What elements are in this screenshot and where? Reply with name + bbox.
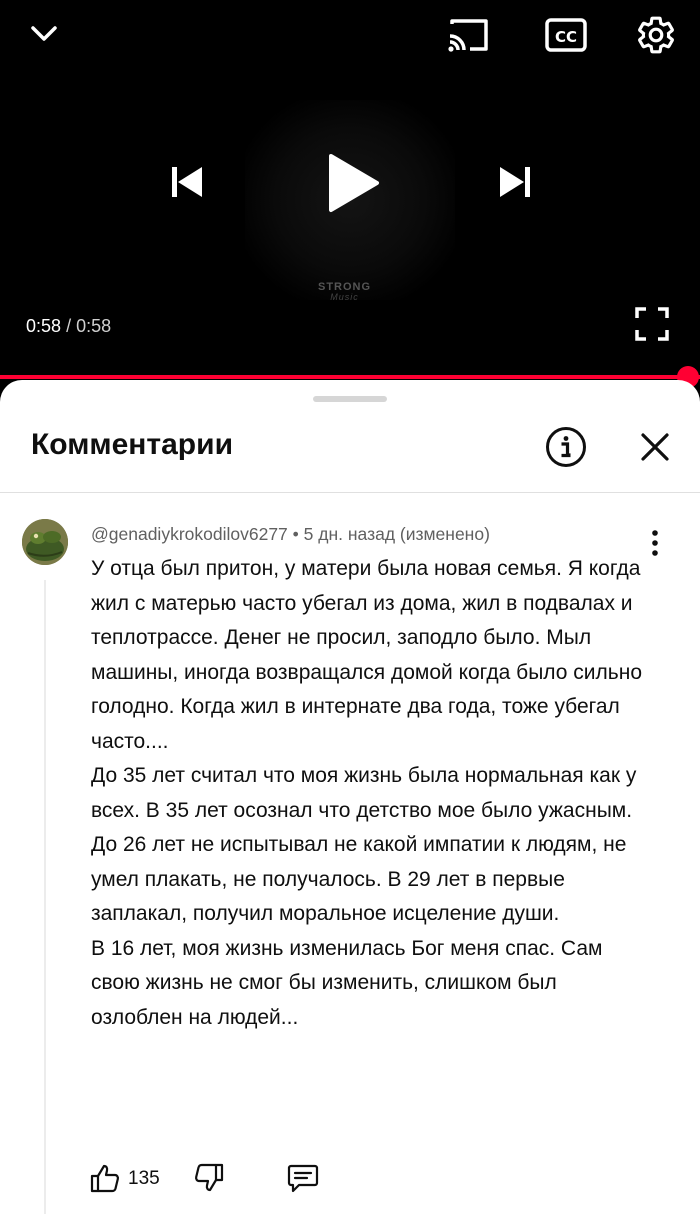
info-icon bbox=[546, 427, 586, 467]
skip-previous-icon bbox=[172, 167, 202, 197]
settings-button[interactable] bbox=[630, 10, 682, 60]
fullscreen-button[interactable] bbox=[628, 300, 676, 348]
comment-meta: @genadiykrokodilov6277 • 5 дн. назад (из… bbox=[91, 524, 490, 545]
thread-line bbox=[44, 580, 46, 1214]
header-divider bbox=[0, 492, 700, 493]
captions-button[interactable]: CC bbox=[541, 12, 591, 58]
fullscreen-icon bbox=[635, 307, 669, 341]
play-icon bbox=[329, 154, 379, 212]
closed-captions-icon: CC bbox=[545, 18, 587, 52]
next-video-button[interactable] bbox=[488, 155, 542, 209]
time-separator: / bbox=[66, 316, 72, 336]
like-button[interactable] bbox=[88, 1158, 122, 1198]
comment-actions: 135 bbox=[88, 1158, 388, 1198]
video-watermark: STRONG Music bbox=[318, 281, 372, 303]
more-vert-icon bbox=[652, 530, 658, 556]
video-duration: 0:58 bbox=[76, 316, 112, 336]
chevron-down-icon bbox=[31, 26, 57, 41]
video-player[interactable]: STRONG Music CC 0:58 / 0:58 bbox=[0, 0, 700, 380]
cast-icon bbox=[448, 19, 488, 52]
comment-paragraph: До 35 лет считал что моя жизнь была норм… bbox=[91, 764, 637, 822]
progress-bar[interactable] bbox=[0, 375, 700, 379]
svg-text:CC: CC bbox=[555, 28, 577, 46]
thumb-down-icon bbox=[194, 1163, 224, 1192]
drag-handle[interactable] bbox=[313, 396, 387, 402]
comment-paragraph: В 16 лет, моя жизнь изменилась Бог меня … bbox=[91, 936, 603, 1029]
dislike-button[interactable] bbox=[190, 1158, 228, 1198]
cast-button[interactable] bbox=[443, 12, 493, 58]
avatar[interactable] bbox=[22, 519, 68, 565]
collapse-button[interactable] bbox=[20, 10, 68, 58]
skip-next-icon bbox=[500, 167, 530, 197]
previous-video-button[interactable] bbox=[160, 155, 214, 209]
close-icon bbox=[641, 433, 669, 461]
reply-icon bbox=[287, 1164, 319, 1193]
comment-paragraph: У отца был притон, у матери была новая с… bbox=[91, 557, 642, 753]
comment-text: У отца был притон, у матери была новая с… bbox=[91, 552, 651, 1035]
comment-time: 5 дн. назад (изменено) bbox=[303, 524, 490, 544]
comment-paragraph: До 26 лет не испытывал не какой импатии … bbox=[91, 833, 627, 925]
gear-icon bbox=[638, 16, 674, 54]
time-display: 0:58 / 0:58 bbox=[26, 316, 111, 337]
meta-separator: • bbox=[292, 524, 299, 544]
comments-title: Комментарии bbox=[31, 428, 234, 461]
close-button[interactable] bbox=[632, 424, 678, 470]
current-time: 0:58 bbox=[26, 316, 62, 336]
info-button[interactable] bbox=[543, 424, 589, 470]
comments-sheet: Комментарии @genadiykrokodilov6277 • 5 д… bbox=[0, 380, 700, 1214]
reply-button[interactable] bbox=[284, 1158, 322, 1198]
comment-author[interactable]: @genadiykrokodilov6277 bbox=[91, 524, 288, 544]
like-count: 135 bbox=[128, 1168, 160, 1189]
thumb-up-icon bbox=[90, 1164, 120, 1193]
play-button[interactable] bbox=[318, 146, 388, 220]
